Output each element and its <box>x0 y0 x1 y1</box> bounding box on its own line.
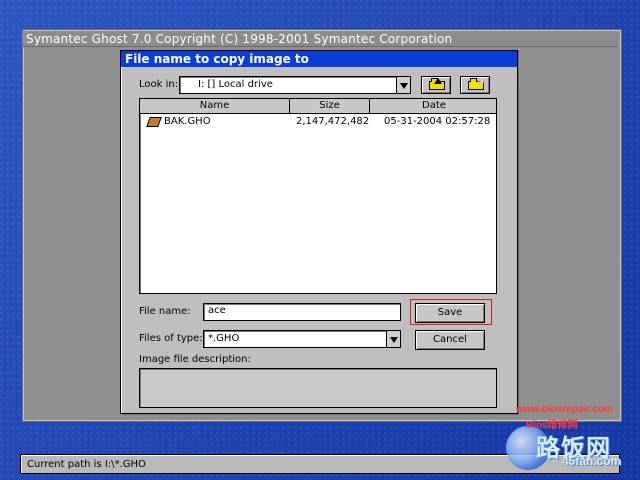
files-of-type-combobox[interactable]: *.GHO <box>203 330 401 348</box>
column-date[interactable]: Date <box>370 99 498 113</box>
up-folder-button[interactable] <box>421 76 451 94</box>
ghost-image-icon <box>146 117 162 127</box>
file-list-header: Name Size Date <box>140 99 496 114</box>
look-in-value: I: [] Local drive <box>198 79 273 90</box>
image-description-label: Image file description: <box>139 354 251 365</box>
ghost-title-bar: Symantec Ghost 7.0 Copyright (C) 1998-20… <box>22 31 618 47</box>
file-date: 05-31-2004 02:57:28 <box>384 116 491 127</box>
image-description-box[interactable] <box>139 368 497 408</box>
save-button-focus-highlight <box>410 299 492 325</box>
file-name-input[interactable]: ace <box>203 303 401 321</box>
save-image-dialog: File name to copy image to Look in: I: [… <box>120 50 518 414</box>
file-name-label: File name: <box>139 306 191 317</box>
column-size[interactable]: Size <box>290 99 370 113</box>
watermark-url: www.biosrepair.com <box>516 404 613 415</box>
watermark-domain: 45fan.com <box>562 454 622 468</box>
file-name: BAK.GHO <box>164 116 211 127</box>
file-row[interactable]: BAK.GHO 2,147,472,482 05-31-2004 02:57:2… <box>140 115 496 129</box>
chevron-down-icon[interactable] <box>386 331 400 347</box>
chevron-down-icon[interactable] <box>396 77 410 93</box>
files-of-type-value: *.GHO <box>208 333 240 344</box>
column-name[interactable]: Name <box>140 99 290 113</box>
cancel-button[interactable]: Cancel <box>415 330 485 350</box>
look-in-label: Look in: <box>139 79 179 90</box>
file-size: 2,147,472,482 <box>296 116 370 127</box>
dialog-title: File name to copy image to <box>121 51 517 67</box>
status-label: Current path is <box>27 459 102 470</box>
new-folder-star-icon: ✳ <box>477 77 486 88</box>
new-folder-button[interactable]: ✳ <box>460 76 490 94</box>
look-in-combobox[interactable]: I: [] Local drive <box>179 76 411 94</box>
file-list[interactable]: Name Size Date BAK.GHO 2,147,472,482 05-… <box>139 98 497 294</box>
watermark: www.biosrepair.com Bios维修网 路饭网 45fan.com <box>506 402 636 472</box>
files-of-type-label: Files of type: <box>139 333 203 344</box>
status-path: I:\*.GHO <box>104 459 146 470</box>
up-arrow-icon <box>434 78 442 84</box>
